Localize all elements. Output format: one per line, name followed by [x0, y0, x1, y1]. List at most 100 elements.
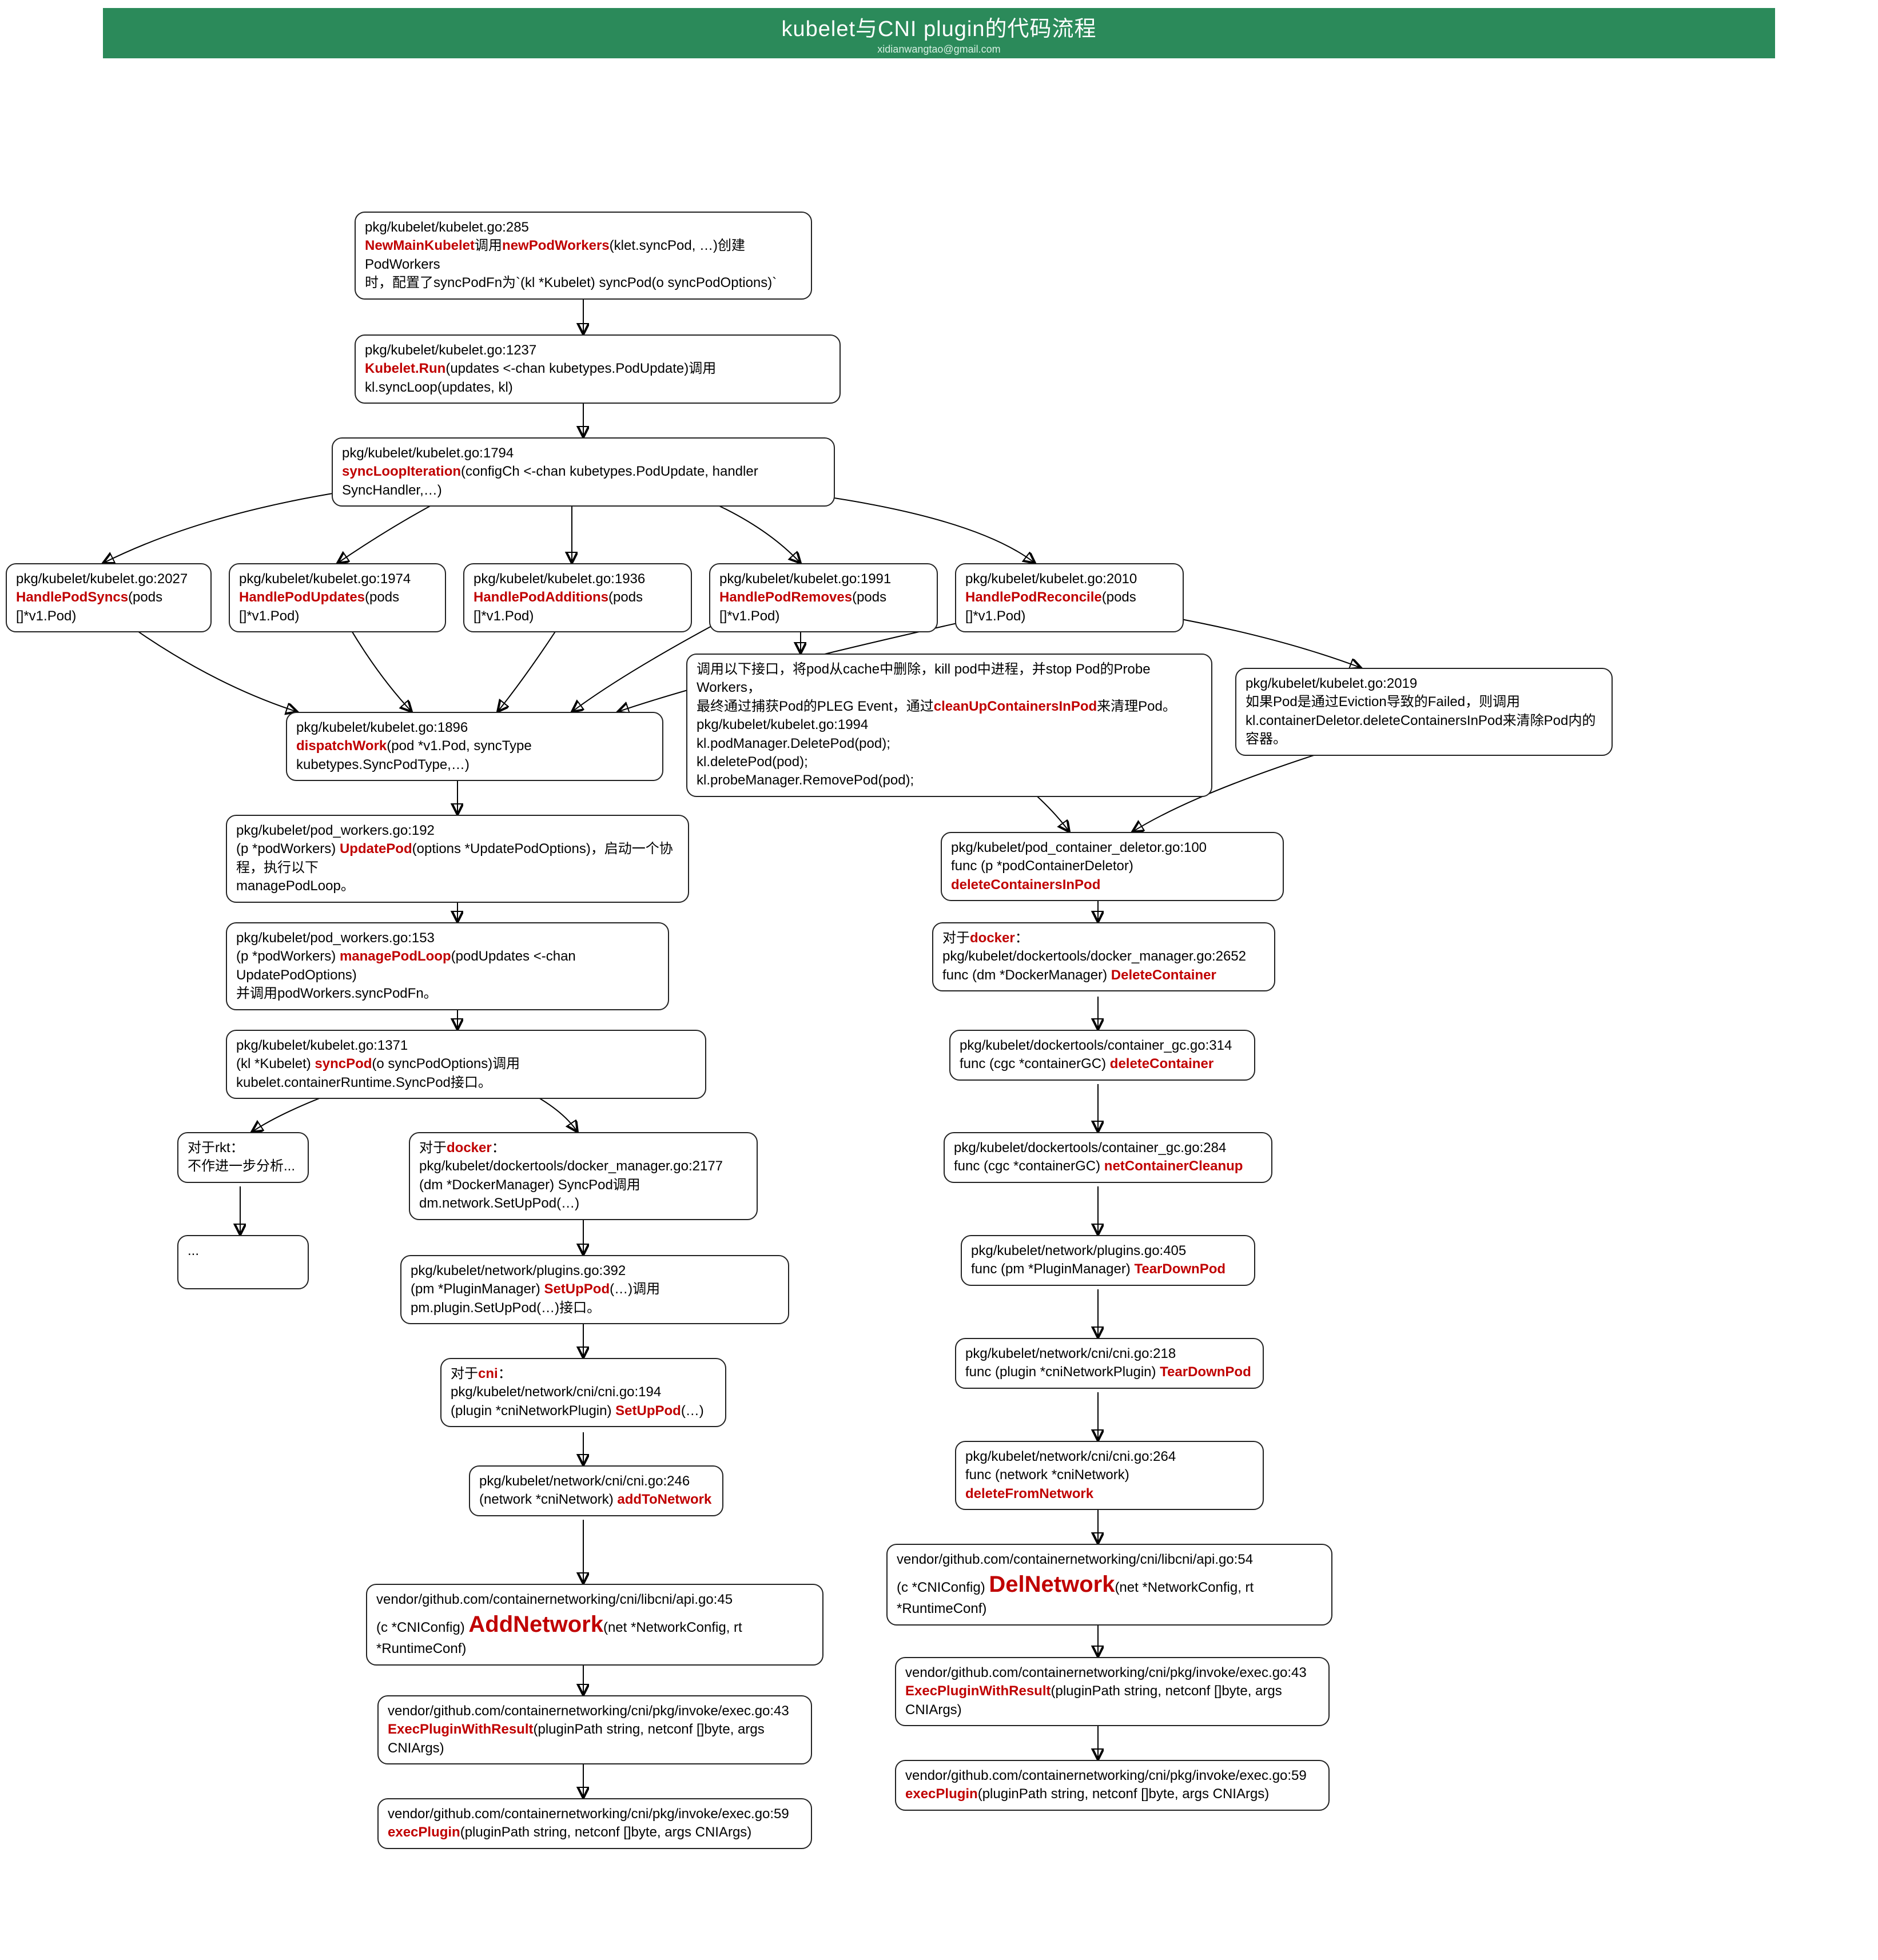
node-file-ref: vendor/github.com/containernetworking/cn…	[897, 1551, 1322, 1569]
text-span: (pluginPath string, netconf []byte, args…	[978, 1786, 1270, 1802]
node-line: (kl *Kubelet) syncPod(o syncPodOptions)调…	[236, 1055, 696, 1092]
node-line: 并调用podWorkers.syncPodFn。	[236, 985, 659, 1003]
header-banner: kubelet与CNI plugin的代码流程 xidianwangtao@gm…	[103, 8, 1775, 58]
node-file-ref: pkg/kubelet/kubelet.go:2010	[965, 570, 1173, 588]
fn-teardownpod: TearDownPod	[1134, 1261, 1226, 1277]
fn-cni-teardownpod: TearDownPod	[1160, 1364, 1251, 1380]
text-span: func (p *podContainerDeletor)	[951, 858, 1133, 874]
node-line: pkg/kubelet/kubelet.go:1994	[697, 716, 1202, 734]
diagram-canvas: kubelet与CNI plugin的代码流程 xidianwangtao@gm…	[0, 0, 1878, 1960]
node-handlepodupdates: pkg/kubelet/kubelet.go:1974 HandlePodUpd…	[229, 563, 446, 632]
fn-netcontainercleanup: netContainerCleanup	[1104, 1158, 1243, 1174]
node-line: kl.containerDeletor.deleteContainersInPo…	[1246, 712, 1602, 749]
text-span: (pm *PluginManager)	[411, 1281, 544, 1297]
text-span: func (cgc *containerGC)	[960, 1056, 1110, 1071]
text-span: (c *CNIConfig)	[376, 1620, 468, 1635]
node-line: HandlePodReconcile(pods []*v1.Pod)	[965, 588, 1173, 626]
node-file-ref: pkg/kubelet/network/cni/cni.go:246	[479, 1472, 713, 1491]
node-line: 如果Pod是通过Eviction导致的Failed，则调用	[1246, 693, 1602, 711]
node-line: pkg/kubelet/network/cni/cni.go:194	[451, 1383, 716, 1401]
node-line: func (network *cniNetwork) deleteFromNet…	[965, 1466, 1254, 1503]
fn-execpluginwithresult: ExecPluginWithResult	[388, 1722, 533, 1737]
text-span: func (network *cniNetwork)	[965, 1467, 1129, 1483]
node-updatepod: pkg/kubelet/pod_workers.go:192 (p *podWo…	[226, 815, 689, 903]
fn-delnetwork: DelNetwork	[989, 1572, 1115, 1597]
node-line: ExecPluginWithResult(pluginPath string, …	[905, 1682, 1319, 1719]
fn-newmainkubelet: NewMainKubelet	[365, 238, 475, 253]
node-removes-note: 调用以下接口，将pod从cache中删除，kill pod中进程，并stop P…	[686, 654, 1212, 797]
node-line: kl.probeManager.RemovePod(pod);	[697, 771, 1202, 790]
node-syncloopiteration: pkg/kubelet/kubelet.go:1794 syncLoopIter…	[332, 437, 835, 507]
node-file-ref: pkg/kubelet/network/plugins.go:392	[411, 1262, 779, 1280]
fn-handlepodupdates: HandlePodUpdates	[239, 589, 365, 605]
node-rkt: 对于rkt： 不作进一步分析...	[177, 1132, 309, 1183]
node-line: (p *podWorkers) UpdatePod(options *Updat…	[236, 840, 679, 877]
text-span: 对于	[942, 930, 970, 946]
node-line: ...	[188, 1242, 299, 1260]
node-deletefromnetwork: pkg/kubelet/network/cni/cni.go:264 func …	[955, 1441, 1264, 1510]
node-execpluginwithresult-add: vendor/github.com/containernetworking/cn…	[377, 1695, 812, 1764]
fn-addnetwork: AddNetwork	[468, 1612, 603, 1637]
node-line: pkg/kubelet/dockertools/docker_manager.g…	[942, 947, 1265, 966]
node-setuppod: pkg/kubelet/network/plugins.go:392 (pm *…	[400, 1255, 789, 1324]
text-docker2: docker	[970, 930, 1015, 946]
node-line: (c *CNIConfig) AddNetwork(net *NetworkCo…	[376, 1609, 813, 1658]
text-span: 调用	[475, 238, 502, 253]
fn-kubelet-run: Kubelet.Run	[365, 361, 445, 376]
fn-managepodloop: managePodLoop	[340, 949, 451, 964]
text-span: (plugin *cniNetworkPlugin)	[451, 1403, 615, 1419]
node-file-ref: pkg/kubelet/kubelet.go:1794	[342, 444, 825, 463]
fn-cleanupcontainersinpod: cleanUpContainersInPod	[934, 699, 1097, 714]
node-line: func (pm *PluginManager) TearDownPod	[971, 1260, 1245, 1278]
node-reconcile-note: pkg/kubelet/kubelet.go:2019 如果Pod是通过Evic…	[1235, 668, 1613, 756]
node-handlepodreconcile: pkg/kubelet/kubelet.go:2010 HandlePodRec…	[955, 563, 1184, 632]
fn-handlepodsyncs: HandlePodSyncs	[16, 589, 128, 605]
node-deletecontainersinpod: pkg/kubelet/pod_container_deletor.go:100…	[941, 832, 1284, 901]
node-execplugin-del: vendor/github.com/containernetworking/cn…	[895, 1760, 1330, 1811]
text-span: 对于	[451, 1366, 478, 1381]
node-file-ref: pkg/kubelet/kubelet.go:1371	[236, 1037, 696, 1055]
node-file-ref: vendor/github.com/containernetworking/cn…	[388, 1805, 802, 1823]
node-line: syncLoopIteration(configCh <-chan kubety…	[342, 463, 825, 500]
node-file-ref: pkg/kubelet/kubelet.go:285	[365, 218, 802, 237]
fn-execpluginwithresult2: ExecPluginWithResult	[905, 1683, 1051, 1699]
text-span: ：	[492, 1140, 506, 1156]
text-span: 调用以下接口，将pod从cache中删除，kill pod中进程，并stop P…	[697, 662, 1151, 695]
node-file-ref: vendor/github.com/containernetworking/cn…	[905, 1767, 1319, 1785]
text-docker: docker	[447, 1140, 492, 1156]
node-teardownpod: pkg/kubelet/network/plugins.go:405 func …	[961, 1235, 1255, 1286]
node-line: kl.deletePod(pod);	[697, 753, 1202, 771]
node-line: func (cgc *containerGC) netContainerClea…	[954, 1157, 1262, 1176]
text-span: (network *cniNetwork)	[479, 1492, 617, 1507]
text-span: (kl *Kubelet)	[236, 1056, 315, 1071]
node-file-ref: pkg/kubelet/kubelet.go:2027	[16, 570, 201, 588]
node-line: NewMainKubelet调用newPodWorkers(klet.syncP…	[365, 237, 802, 274]
node-line: (p *podWorkers) managePodLoop(podUpdates…	[236, 947, 659, 985]
text-span: ：	[1015, 930, 1029, 946]
node-handlepodremoves: pkg/kubelet/kubelet.go:1991 HandlePodRem…	[709, 563, 938, 632]
fn-handlepodreconcile: HandlePodReconcile	[965, 589, 1102, 605]
node-dispatchwork: pkg/kubelet/kubelet.go:1896 dispatchWork…	[286, 712, 663, 781]
fn-dispatchwork: dispatchWork	[296, 738, 387, 754]
fn-syncpod: syncPod	[315, 1056, 372, 1071]
node-line: managePodLoop。	[236, 877, 679, 895]
text-span: (…)	[681, 1403, 704, 1419]
node-docker-syncpod: 对于docker： pkg/kubelet/dockertools/docker…	[409, 1132, 758, 1220]
node-line: func (p *podContainerDeletor) deleteCont…	[951, 857, 1274, 894]
node-line: ExecPluginWithResult(pluginPath string, …	[388, 1720, 802, 1758]
node-delnetwork: vendor/github.com/containernetworking/cn…	[886, 1544, 1332, 1626]
node-file-ref: pkg/kubelet/pod_workers.go:153	[236, 929, 659, 947]
node-line: 对于docker：	[419, 1139, 747, 1157]
text-span: (p *podWorkers)	[236, 841, 340, 856]
node-file-ref: vendor/github.com/containernetworking/cn…	[388, 1702, 802, 1720]
text-span: (p *podWorkers)	[236, 949, 340, 964]
node-line: HandlePodUpdates(pods []*v1.Pod)	[239, 588, 436, 626]
node-execplugin-add: vendor/github.com/containernetworking/cn…	[377, 1798, 812, 1849]
node-kubelet-run: pkg/kubelet/kubelet.go:1237 Kubelet.Run(…	[355, 334, 841, 404]
page-title: kubelet与CNI plugin的代码流程	[782, 11, 1097, 42]
page-subtitle: xidianwangtao@gmail.com	[877, 43, 1000, 55]
fn-handlepodadditions: HandlePodAdditions	[474, 589, 608, 605]
node-line: 对于cni：	[451, 1365, 716, 1383]
node-managepodloop: pkg/kubelet/pod_workers.go:153 (p *podWo…	[226, 922, 669, 1010]
text-span: func (dm *DockerManager)	[942, 967, 1111, 983]
